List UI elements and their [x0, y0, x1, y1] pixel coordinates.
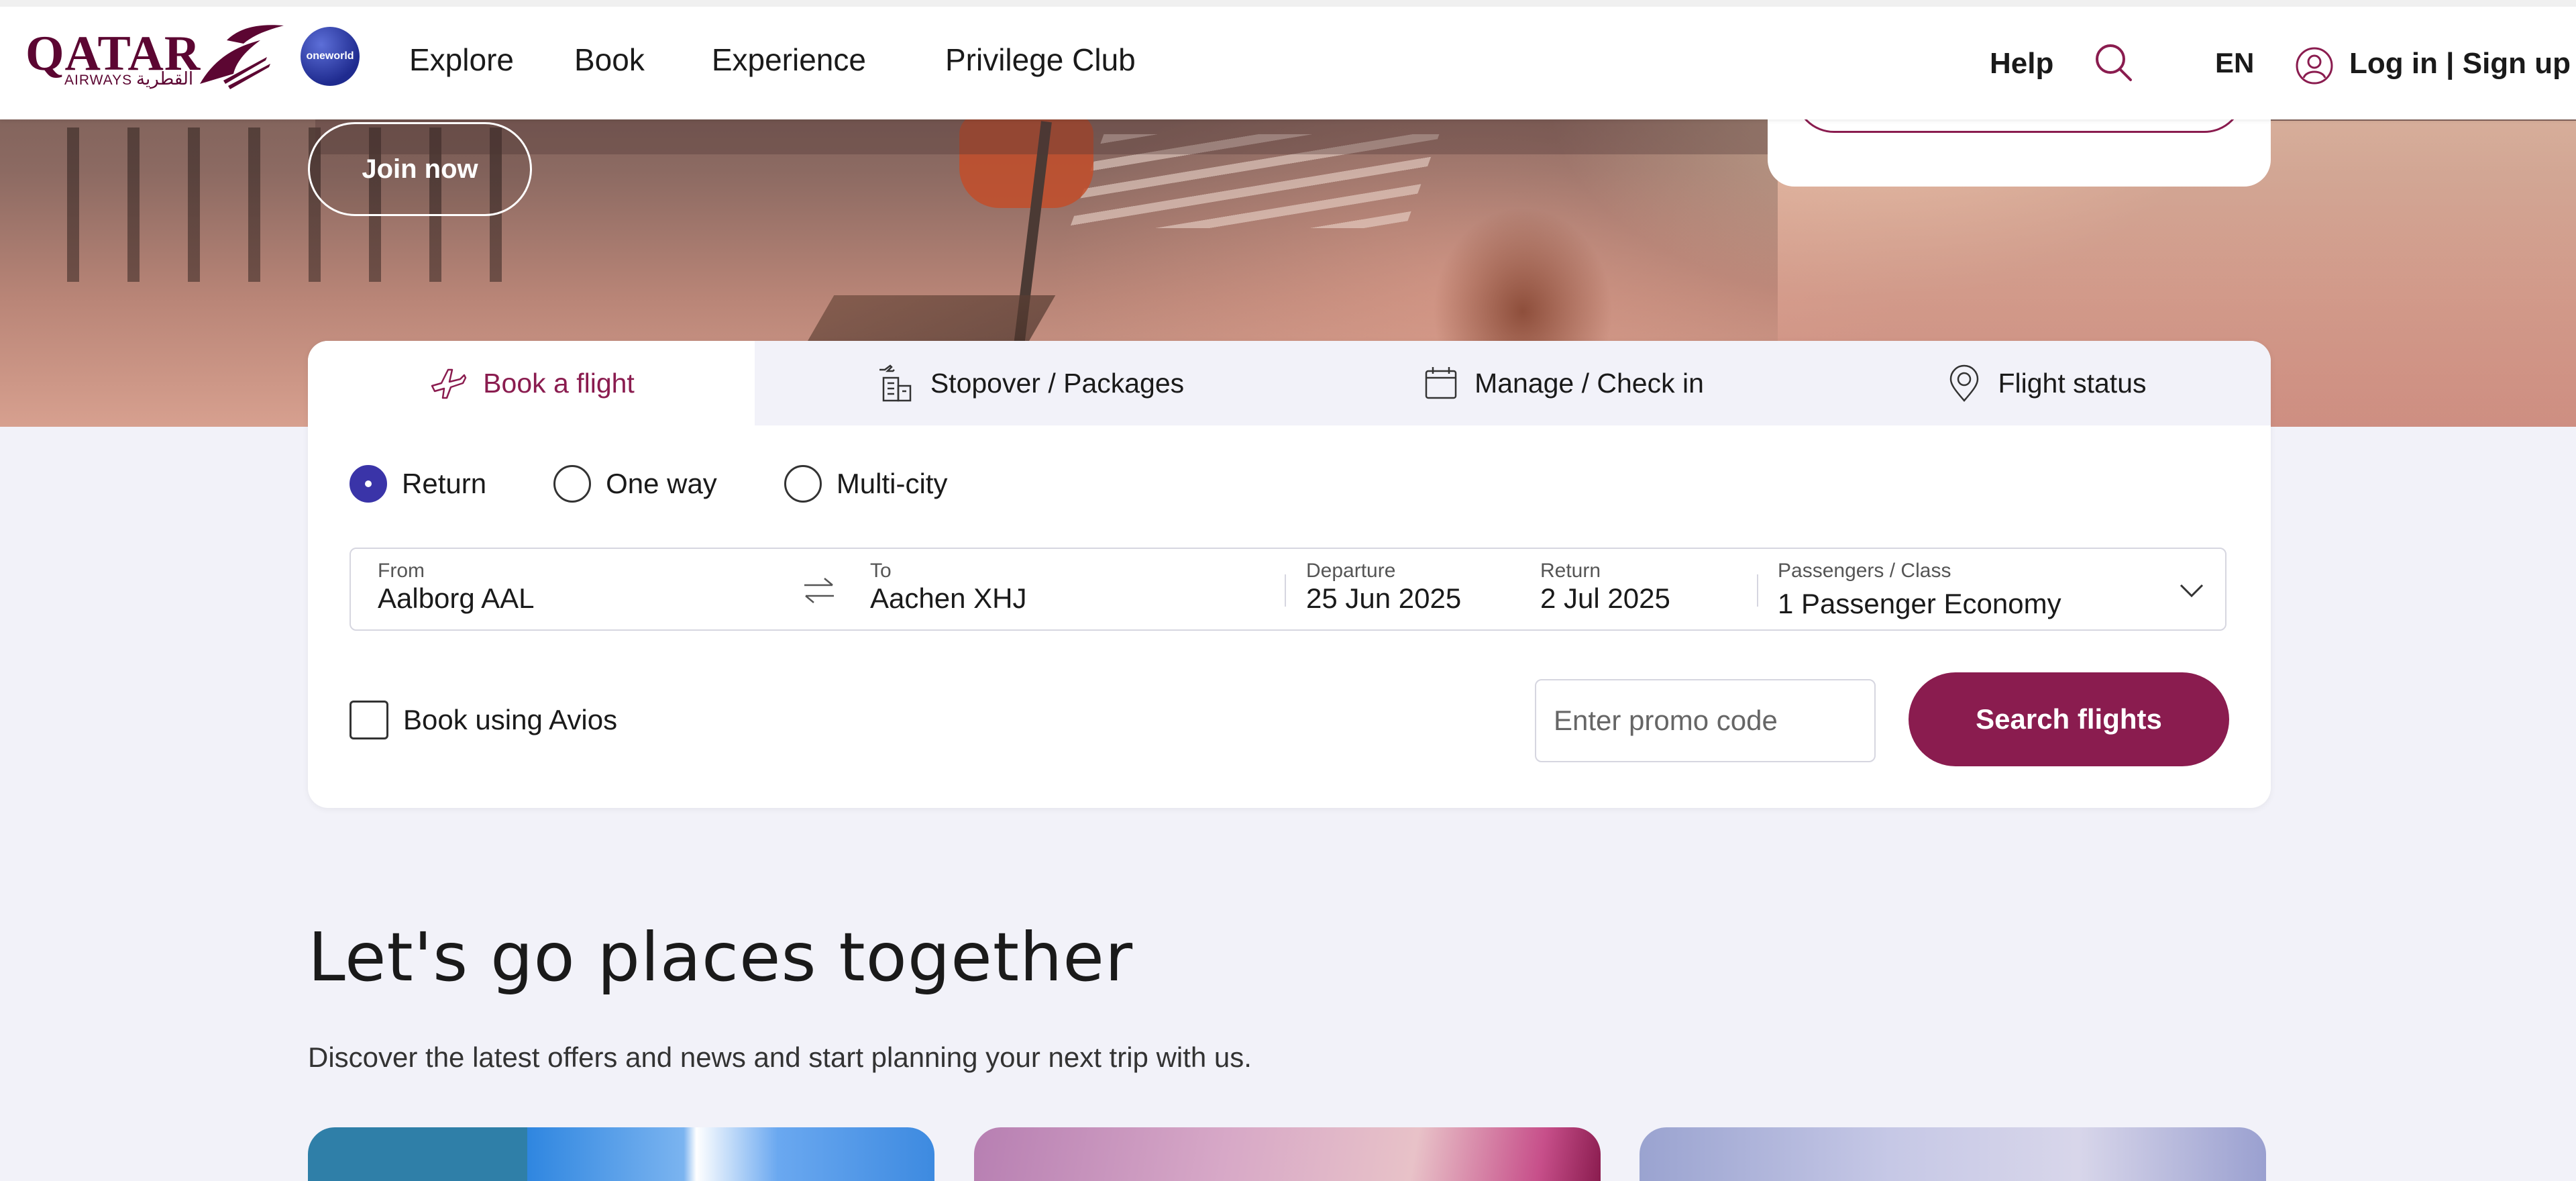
booking-tabs: Book a flight Stopover / Packages Manage… [308, 341, 2271, 425]
tab-flight-status[interactable]: Flight status [1821, 341, 2271, 425]
radio-label: Return [402, 468, 487, 499]
to-value: Aachen XHJ [870, 582, 1027, 614]
return-value: 2 Jul 2025 [1540, 582, 1670, 614]
from-field[interactable]: From Aalborg AAL [378, 549, 780, 629]
calendar-icon [1422, 364, 1460, 402]
departure-label: Departure [1306, 560, 1396, 582]
join-now-button[interactable]: Join now [308, 122, 532, 216]
radio-indicator [784, 465, 822, 503]
logo-sub-arabic: القطرية [136, 68, 194, 89]
hotel-plane-icon [875, 363, 916, 403]
to-label: To [870, 560, 892, 582]
swap-icon[interactable] [799, 572, 839, 609]
departure-field[interactable]: Departure 25 Jun 2025 [1306, 549, 1521, 629]
checkbox-box [350, 701, 388, 739]
passengers-class-field[interactable]: Passengers / Class 1 Passenger Economy [1778, 549, 2180, 629]
language-selector[interactable]: EN [2215, 47, 2254, 79]
trip-type-group: Return One way Multi-city [350, 465, 1014, 503]
radio-label: Multi-city [836, 468, 948, 499]
tab-label: Stopover / Packages [930, 367, 1185, 399]
user-icon[interactable] [2294, 46, 2334, 86]
offer-card[interactable] [308, 1127, 934, 1181]
promo-code-input[interactable] [1535, 679, 1876, 762]
search-flights-button[interactable]: Search flights [1909, 672, 2229, 766]
location-pin-icon [1945, 363, 1983, 403]
radio-indicator [350, 465, 387, 503]
search-fields: From Aalborg AAL To Aachen XHJ Departure… [350, 548, 2226, 631]
from-value: Aalborg AAL [378, 582, 535, 614]
search-icon[interactable] [2092, 42, 2135, 85]
nav-privilege-club[interactable]: Privilege Club [945, 42, 1136, 78]
tab-book-a-flight[interactable]: Book a flight [308, 341, 755, 425]
radio-label: One way [606, 468, 717, 499]
nav-book[interactable]: Book [574, 42, 645, 78]
oneworld-badge[interactable]: oneworld [301, 27, 360, 86]
radio-indicator [553, 465, 592, 503]
book-using-avios-checkbox[interactable]: Book using Avios [350, 701, 617, 739]
from-label: From [378, 560, 425, 582]
tab-label: Book a flight [483, 367, 635, 399]
offer-card[interactable] [974, 1127, 1601, 1181]
qatar-airways-logo[interactable]: QATAR AIRWAYS القطرية [25, 20, 284, 94]
return-field[interactable]: Return 2 Jul 2025 [1540, 549, 1755, 629]
offer-card[interactable] [1640, 1127, 2266, 1181]
booking-widget: Book a flight Stopover / Packages Manage… [308, 341, 2271, 808]
tab-manage-check-in[interactable]: Manage / Check in [1305, 341, 1821, 425]
nav-experience[interactable]: Experience [712, 42, 866, 78]
login-signup-link[interactable]: Log in | Sign up [2349, 47, 2571, 81]
tab-stopover-packages[interactable]: Stopover / Packages [755, 341, 1305, 425]
tab-label: Manage / Check in [1474, 367, 1704, 399]
help-link[interactable]: Help [1990, 47, 2053, 81]
logo-sub: AIRWAYS [64, 72, 133, 88]
radio-one-way[interactable]: One way [553, 465, 717, 503]
radio-multi-city[interactable]: Multi-city [784, 465, 948, 503]
nav-explore[interactable]: Explore [409, 42, 514, 78]
oryx-logo-icon [200, 25, 284, 89]
page-subline: Discover the latest offers and news and … [308, 1041, 1252, 1073]
main-nav: Explore Book Experience Privilege Club [409, 42, 1196, 78]
return-label: Return [1540, 560, 1601, 582]
plane-icon [428, 363, 468, 403]
chevron-down-icon[interactable] [2177, 577, 2206, 604]
avios-label: Book using Avios [403, 704, 618, 735]
radio-return[interactable]: Return [350, 465, 486, 503]
passengers-label: Passengers / Class [1778, 560, 1951, 582]
header-topline [0, 0, 2576, 7]
tab-label: Flight status [1998, 367, 2147, 399]
site-header: QATAR AIRWAYS القطرية oneworld Explore B… [0, 0, 2576, 119]
to-field[interactable]: To Aachen XHJ [870, 549, 1273, 629]
page-headline: Let's go places together [308, 918, 1134, 996]
field-divider [1285, 574, 1286, 607]
field-divider [1757, 574, 1758, 607]
departure-value: 25 Jun 2025 [1306, 582, 1462, 614]
passengers-value: 1 Passenger Economy [1778, 588, 2061, 619]
